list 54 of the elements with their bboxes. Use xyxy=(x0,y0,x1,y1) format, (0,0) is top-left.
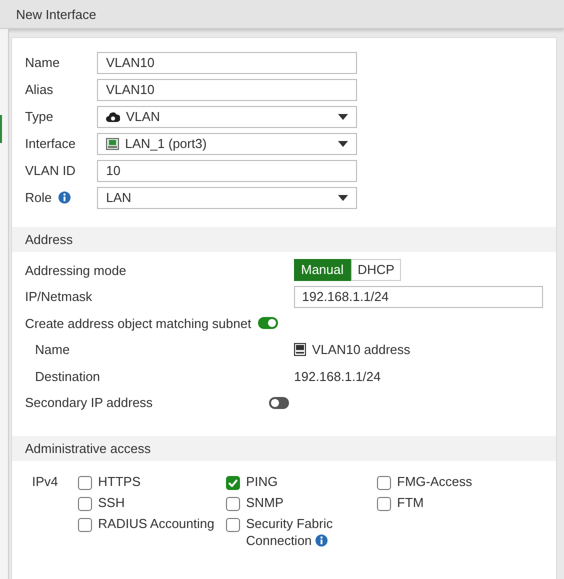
field-label: Alias xyxy=(25,82,54,97)
checkbox[interactable] xyxy=(78,497,92,511)
checkbox-label: RADIUS Accounting xyxy=(98,515,214,532)
field-label: IP/Netmask xyxy=(25,289,94,304)
field-label: Addressing mode xyxy=(25,262,128,278)
checkbox-label: FMG-Access xyxy=(397,473,472,490)
toggle-switch[interactable] xyxy=(258,317,278,330)
cloud-icon xyxy=(106,111,120,122)
checkbox[interactable] xyxy=(377,476,392,490)
field-label: Name xyxy=(25,55,60,70)
field-label: Interface xyxy=(25,136,76,151)
active-indicator xyxy=(0,115,2,143)
checkbox-label: HTTPS xyxy=(98,473,141,490)
caret-icon xyxy=(338,194,348,200)
checkbox[interactable] xyxy=(78,518,92,532)
field-label: Role xyxy=(25,190,52,205)
protocol-label: IPv4 xyxy=(32,474,58,491)
checkbox[interactable] xyxy=(226,497,240,511)
field-label: Create address object matching subnet xyxy=(25,316,252,331)
text-field[interactable]: VLAN10 xyxy=(97,78,357,100)
checkbox-label: SNMP xyxy=(246,494,284,511)
dropdown[interactable]: LAN xyxy=(97,186,357,208)
field-label: VLAN ID xyxy=(25,163,76,178)
field-label: Destination xyxy=(34,368,102,384)
field-value: 192.168.1.1/24 xyxy=(294,368,381,384)
field-label: Name xyxy=(34,342,71,358)
field-value: VLAN10 address xyxy=(312,342,410,358)
window-title: New Interface xyxy=(16,6,96,22)
text-field[interactable]: 10 xyxy=(97,160,357,182)
text-field[interactable]: 192.168.1.1/24 xyxy=(294,286,543,308)
checkbox[interactable] xyxy=(226,476,240,490)
caret-icon xyxy=(338,114,348,120)
checkbox-label: PING xyxy=(246,473,278,490)
field-label: Type xyxy=(25,109,54,124)
checkbox[interactable] xyxy=(226,518,240,532)
mode-option[interactable]: Manual xyxy=(294,259,351,282)
mode-option[interactable]: DHCP xyxy=(350,259,402,282)
checkbox[interactable] xyxy=(377,497,392,511)
section-header: Administrative access xyxy=(12,436,556,461)
checkbox-label: SSH xyxy=(98,494,125,511)
info-icon xyxy=(315,534,328,547)
dropdown[interactable]: LAN_1 (port3) xyxy=(97,132,357,154)
text-field[interactable]: VLAN10 xyxy=(97,52,357,74)
field-label: Secondary IP address xyxy=(25,395,154,410)
caret-icon xyxy=(338,140,348,146)
checkbox-label: Security Fabric Connection xyxy=(246,515,334,549)
section-header: Address xyxy=(12,227,556,252)
checkbox[interactable] xyxy=(78,476,92,490)
dropdown[interactable]: VLAN xyxy=(97,106,357,128)
address-object-icon xyxy=(294,343,306,356)
toggle-switch[interactable] xyxy=(269,396,289,409)
port-icon xyxy=(106,138,119,150)
checkbox-label: FTM xyxy=(397,494,424,511)
info-icon xyxy=(58,191,71,204)
